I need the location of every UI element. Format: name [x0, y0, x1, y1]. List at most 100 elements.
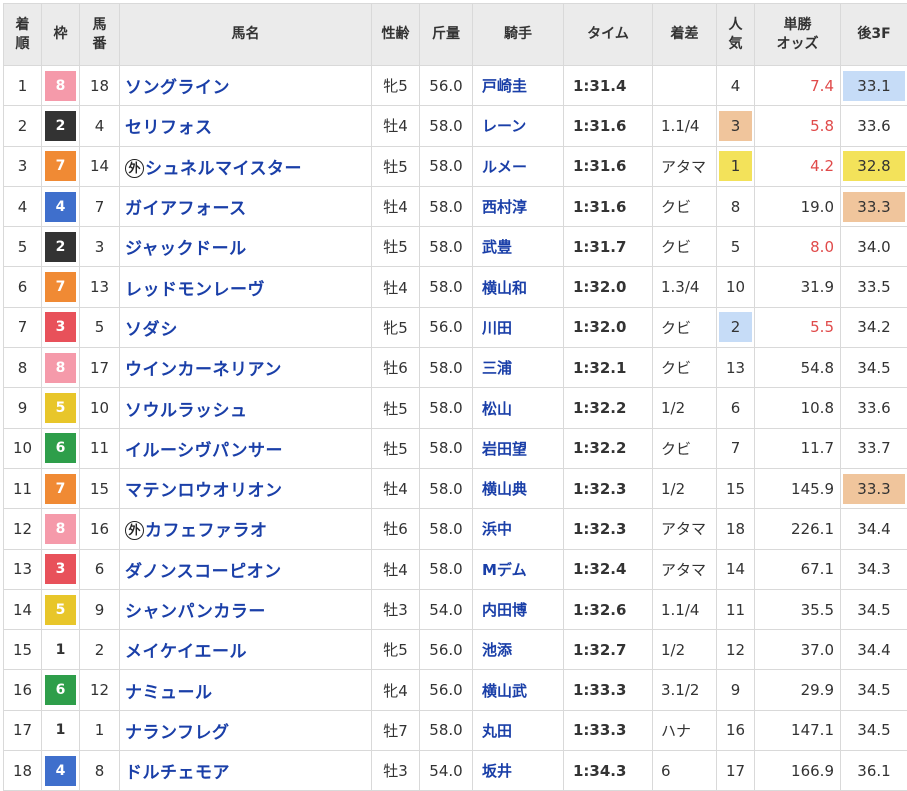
frame-number-badge: 3	[45, 554, 76, 584]
last-3f-cell: 34.4	[841, 630, 907, 670]
jockey-link[interactable]: Mデム	[473, 549, 564, 589]
horse-name-link[interactable]: セリフォス	[120, 106, 372, 146]
horse-name-link[interactable]: 外カフェファラオ	[120, 509, 372, 549]
horse-name-link[interactable]: ガイアフォース	[120, 186, 372, 226]
race-time: 1:32.6	[564, 589, 653, 629]
finish-position: 16	[4, 670, 42, 710]
popularity-cell: 15	[717, 468, 755, 508]
jockey-link[interactable]: 内田博	[473, 589, 564, 629]
jockey-link[interactable]: レーン	[473, 106, 564, 146]
horse-name-link[interactable]: ナランフレグ	[120, 710, 372, 750]
popularity-value: 18	[719, 514, 752, 544]
horse-number: 14	[80, 146, 120, 186]
horse-name-text: メイケイエール	[125, 642, 247, 662]
jockey-link[interactable]: 松山	[473, 388, 564, 428]
header-jockey[interactable]: 騎手	[473, 4, 564, 66]
horse-name-link[interactable]: レッドモンレーヴ	[120, 267, 372, 307]
frame-cell: 5	[42, 388, 80, 428]
header-weight[interactable]: 斤量	[420, 4, 473, 66]
horse-name-link[interactable]: シャンパンカラー	[120, 589, 372, 629]
horse-name-link[interactable]: ウインカーネリアン	[120, 348, 372, 388]
jockey-link[interactable]: 武豊	[473, 227, 564, 267]
frame-number-badge: 3	[45, 312, 76, 342]
horse-name-link[interactable]: メイケイエール	[120, 630, 372, 670]
header-popularity[interactable]: 人気	[717, 4, 755, 66]
header-win-odds[interactable]: 単勝オッズ	[755, 4, 841, 66]
last-3f-cell: 33.6	[841, 388, 907, 428]
horse-name-link[interactable]: ジャックドール	[120, 227, 372, 267]
win-odds: 5.8	[755, 106, 841, 146]
header-horse-name[interactable]: 馬名	[120, 4, 372, 66]
horse-number: 1	[80, 710, 120, 750]
race-time: 1:34.3	[564, 751, 653, 791]
frame-cell: 7	[42, 146, 80, 186]
horse-name-link[interactable]: イルーシヴパンサー	[120, 428, 372, 468]
finish-position: 4	[4, 186, 42, 226]
jockey-link[interactable]: 坂井	[473, 751, 564, 791]
finish-position: 13	[4, 549, 42, 589]
horse-number: 17	[80, 348, 120, 388]
jockey-link[interactable]: 浜中	[473, 509, 564, 549]
table-row: 11715マテンロウオリオン牡458.0横山典1:32.31/215145.93…	[4, 468, 907, 508]
horse-name-link[interactable]: 外シュネルマイスター	[120, 146, 372, 186]
header-horse-number[interactable]: 馬番	[80, 4, 120, 66]
frame-number-badge: 5	[45, 595, 76, 625]
jockey-link[interactable]: ルメー	[473, 146, 564, 186]
last-3f-cell: 32.8	[841, 146, 907, 186]
finish-position: 10	[4, 428, 42, 468]
race-time: 1:31.7	[564, 227, 653, 267]
jockey-link[interactable]: 丸田	[473, 710, 564, 750]
frame-number-badge: 7	[45, 151, 76, 181]
horse-name-link[interactable]: マテンロウオリオン	[120, 468, 372, 508]
sex-age: 牡5	[372, 388, 420, 428]
sex-age: 牝4	[372, 670, 420, 710]
win-odds: 226.1	[755, 509, 841, 549]
last-3f-cell: 34.0	[841, 227, 907, 267]
horse-number: 15	[80, 468, 120, 508]
table-row: 523ジャックドール牡558.0武豊1:31.7クビ58.034.0	[4, 227, 907, 267]
last-3f-cell: 34.5	[841, 348, 907, 388]
finish-position: 6	[4, 267, 42, 307]
header-frame[interactable]: 枠	[42, 4, 80, 66]
horse-name-link[interactable]: ダノンスコーピオン	[120, 549, 372, 589]
frame-cell: 5	[42, 589, 80, 629]
horse-name-text: セリフォス	[125, 118, 213, 138]
horse-name-link[interactable]: ナミュール	[120, 670, 372, 710]
jockey-link[interactable]: 横山武	[473, 670, 564, 710]
race-time: 1:32.3	[564, 468, 653, 508]
jockey-link[interactable]: 横山和	[473, 267, 564, 307]
last-3f-value: 34.3	[843, 554, 905, 584]
jockey-link[interactable]: 池添	[473, 630, 564, 670]
header-time[interactable]: タイム	[564, 4, 653, 66]
win-odds: 4.2	[755, 146, 841, 186]
popularity-value: 14	[719, 554, 752, 584]
frame-number-badge: 7	[45, 272, 76, 302]
horse-number: 7	[80, 186, 120, 226]
header-margin[interactable]: 着差	[653, 4, 717, 66]
horse-name-link[interactable]: ソウルラッシュ	[120, 388, 372, 428]
horse-name-link[interactable]: ソングライン	[120, 66, 372, 106]
jockey-link[interactable]: 三浦	[473, 348, 564, 388]
header-last-3f[interactable]: 後3F	[841, 4, 907, 66]
last-3f-value: 34.5	[843, 675, 905, 705]
finish-margin	[653, 66, 717, 106]
finish-margin: アタマ	[653, 549, 717, 589]
race-time: 1:32.1	[564, 348, 653, 388]
jockey-link[interactable]: 西村淳	[473, 186, 564, 226]
horse-name-link[interactable]: ソダシ	[120, 307, 372, 347]
horse-name-link[interactable]: ドルチェモア	[120, 751, 372, 791]
horse-number: 18	[80, 66, 120, 106]
jockey-link[interactable]: 岩田望	[473, 428, 564, 468]
header-sex-age[interactable]: 性齢	[372, 4, 420, 66]
horse-name-text: ナミュール	[125, 683, 213, 703]
carried-weight: 58.0	[420, 146, 473, 186]
horse-number: 5	[80, 307, 120, 347]
finish-position: 2	[4, 106, 42, 146]
jockey-link[interactable]: 川田	[473, 307, 564, 347]
finish-position: 15	[4, 630, 42, 670]
frame-cell: 4	[42, 186, 80, 226]
header-rank[interactable]: 着順	[4, 4, 42, 66]
jockey-link[interactable]: 戸崎圭	[473, 66, 564, 106]
win-odds: 10.8	[755, 388, 841, 428]
jockey-link[interactable]: 横山典	[473, 468, 564, 508]
